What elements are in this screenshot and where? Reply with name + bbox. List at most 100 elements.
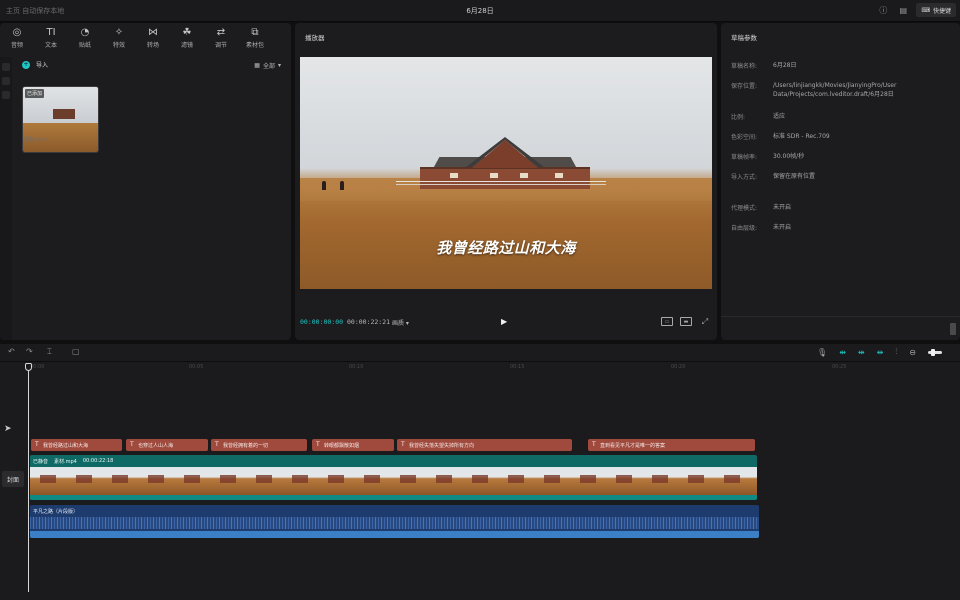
fullscreen-icon[interactable]: ⤢ — [699, 317, 711, 326]
draft-key: 保存位置: — [731, 83, 758, 90]
house-body — [420, 167, 590, 189]
link-main-track-icon[interactable]: ⇹ — [839, 348, 846, 357]
draft-key: 比例: — [731, 114, 746, 121]
draft-value: 未开启 — [773, 204, 792, 211]
current-timecode: 00:00:00:00 — [300, 318, 344, 326]
tool-adjust[interactable]: ⇄ 调节 — [204, 23, 238, 53]
zoom-slider[interactable] — [928, 348, 942, 356]
audio-waveform — [30, 517, 759, 529]
video-clip-duration: 00:00:22:18 — [82, 458, 114, 464]
text-icon: TI — [46, 27, 56, 38]
tool-audio[interactable]: ◎ 音频 — [0, 23, 34, 53]
ruler-tick: 00:00 — [30, 364, 45, 370]
chevron-down-icon: ▾ — [277, 62, 281, 69]
tool-label: 音频 — [10, 42, 23, 49]
video-clip[interactable]: 已静音 素材.mp4 00:00:22:18 — [30, 455, 757, 500]
media-sidebar — [0, 57, 12, 340]
house-window — [520, 173, 528, 178]
tool-label: 文本 — [44, 42, 57, 49]
audio-clip-name: 平凡之路（片段版） — [33, 509, 79, 515]
subtitle-clip[interactable]: 转眼都飘散如烟 — [312, 439, 394, 451]
delete-icon[interactable]: ▢ — [72, 347, 80, 356]
draft-key: 草稿帧率: — [731, 154, 758, 161]
view-filter[interactable]: ▦ 全部 ▾ — [254, 61, 281, 70]
linkage-icon[interactable]: ⇹ — [877, 348, 884, 357]
tool-filter[interactable]: ☘ 滤镜 — [170, 23, 204, 53]
shortcut-button[interactable]: ⌨ 快捷键 — [916, 3, 956, 17]
tool-sticker[interactable]: ◔ 贴纸 — [68, 23, 102, 53]
select-cursor-icon[interactable]: ➤ — [4, 424, 12, 434]
subtitle-clip[interactable]: 我曾经失落失望失掉所有方向 — [397, 439, 572, 451]
ruler-tick: 00:15 — [510, 364, 525, 370]
tool-transition[interactable]: ⋈ 转场 — [136, 23, 170, 53]
video-clip-audio-bar — [30, 495, 757, 500]
quality-dropdown[interactable]: 画质 ▾ — [392, 318, 409, 327]
sidebar-item[interactable] — [2, 77, 10, 85]
house-window — [450, 173, 458, 178]
shortcut-label: 快捷键 — [932, 7, 951, 15]
tool-label: 特效 — [112, 42, 125, 49]
title-bar-actions: ⓘ ▤ ⌨ 快捷键 — [876, 3, 956, 17]
draft-key: 色彩空间: — [731, 134, 758, 141]
import-row[interactable]: + 导入 — [22, 60, 48, 69]
tool-label: 素材包 — [245, 42, 264, 49]
timeline-ruler[interactable]: 00:00 00:05 00:10 00:15 00:20 00:25 — [28, 362, 960, 374]
draft-key: 草稿名称: — [731, 63, 758, 70]
video-preview[interactable]: 我曾经路过山和大海 — [300, 57, 712, 289]
ratio-icon[interactable]: ▬ — [680, 317, 692, 326]
video-subtitle: 我曾经路过山和大海 — [436, 239, 576, 257]
tool-label: 调节 — [214, 42, 227, 49]
playhead-handle[interactable] — [25, 363, 32, 371]
draft-footer — [721, 316, 960, 340]
video-clip-name: 素材.mp4 — [54, 459, 77, 465]
redo-icon[interactable]: ↷ — [26, 347, 33, 356]
snap-icon[interactable]: ⇹ — [858, 348, 865, 357]
house-window — [490, 173, 498, 178]
modify-button[interactable] — [950, 323, 956, 335]
sidebar-item[interactable] — [2, 63, 10, 71]
split-icon[interactable]: ⌶ — [47, 347, 52, 357]
player-controls: 00:00:00:00 00:00:22:21 画质 ▾ ▶ ▭ ▬ ⤢ — [295, 315, 717, 333]
player-title: 播放器 — [305, 34, 325, 42]
draft-key: 导入方式: — [731, 174, 758, 181]
audio-clip[interactable]: 平凡之路（片段版） — [30, 505, 759, 538]
video-clip-frame-detail — [30, 475, 757, 483]
tool-label: 转场 — [146, 42, 159, 49]
sidebar-item[interactable] — [2, 91, 10, 99]
plus-icon: + — [22, 60, 30, 69]
tool-label: 贴纸 — [78, 42, 91, 49]
cover-button[interactable]: 封面 — [2, 471, 24, 487]
zoom-out-icon[interactable]: ⊖ — [909, 348, 916, 357]
playhead[interactable] — [28, 366, 29, 592]
sticker-icon: ◔ — [80, 27, 90, 38]
draft-row: 代理模式: 未开启 — [731, 203, 953, 212]
draft-key: 代理模式: — [731, 205, 758, 212]
microphone-icon[interactable]: 🎙 — [817, 348, 827, 357]
ruler-tick: 00:05 — [189, 364, 204, 370]
waveform-icon[interactable]: ⫶ — [895, 347, 897, 357]
window-title: 6月28日 — [466, 7, 494, 15]
subtitle-clip[interactable]: 也穿过人山人海 — [126, 439, 208, 451]
tool-row: ◎ 音频 TI 文本 ◔ 贴纸 ✧ 特效 ⋈ 转场 ☘ 滤镜 ⇄ 调节 ⧉ 素材包 — [0, 23, 291, 53]
effects-icon: ✧ — [114, 27, 124, 38]
subtitle-clip[interactable]: 我曾经路过山和大海 — [31, 439, 122, 451]
subtitle-clip[interactable]: 我曾经拥有着的一切 — [211, 439, 307, 451]
grid-icon: ▦ — [254, 62, 260, 69]
person-figure — [340, 181, 344, 190]
draft-value: 30.00帧/秒 — [773, 153, 805, 160]
tool-effects[interactable]: ✧ 特效 — [102, 23, 136, 53]
aspect-ratio-icon[interactable]: ▭ — [661, 317, 673, 326]
undo-icon[interactable]: ↶ — [8, 347, 15, 356]
play-icon[interactable]: ▶ — [501, 317, 511, 327]
house-window — [555, 173, 563, 178]
draft-row: 导入方式: 保留在原有位置 — [731, 172, 953, 181]
draft-value: 适应 — [773, 113, 786, 120]
tool-text[interactable]: TI 文本 — [34, 23, 68, 53]
tool-package[interactable]: ⧉ 素材包 — [238, 23, 272, 53]
help-icon[interactable]: ⓘ — [876, 3, 890, 17]
layout-icon[interactable]: ▤ — [896, 3, 910, 17]
subtitle-clip[interactable]: 直到看见平凡才是唯一的答案 — [588, 439, 755, 451]
draft-row: 草稿名称: 6月28日 — [731, 61, 953, 70]
package-icon: ⧉ — [251, 27, 259, 38]
muted-badge: 已静音 — [33, 459, 49, 465]
